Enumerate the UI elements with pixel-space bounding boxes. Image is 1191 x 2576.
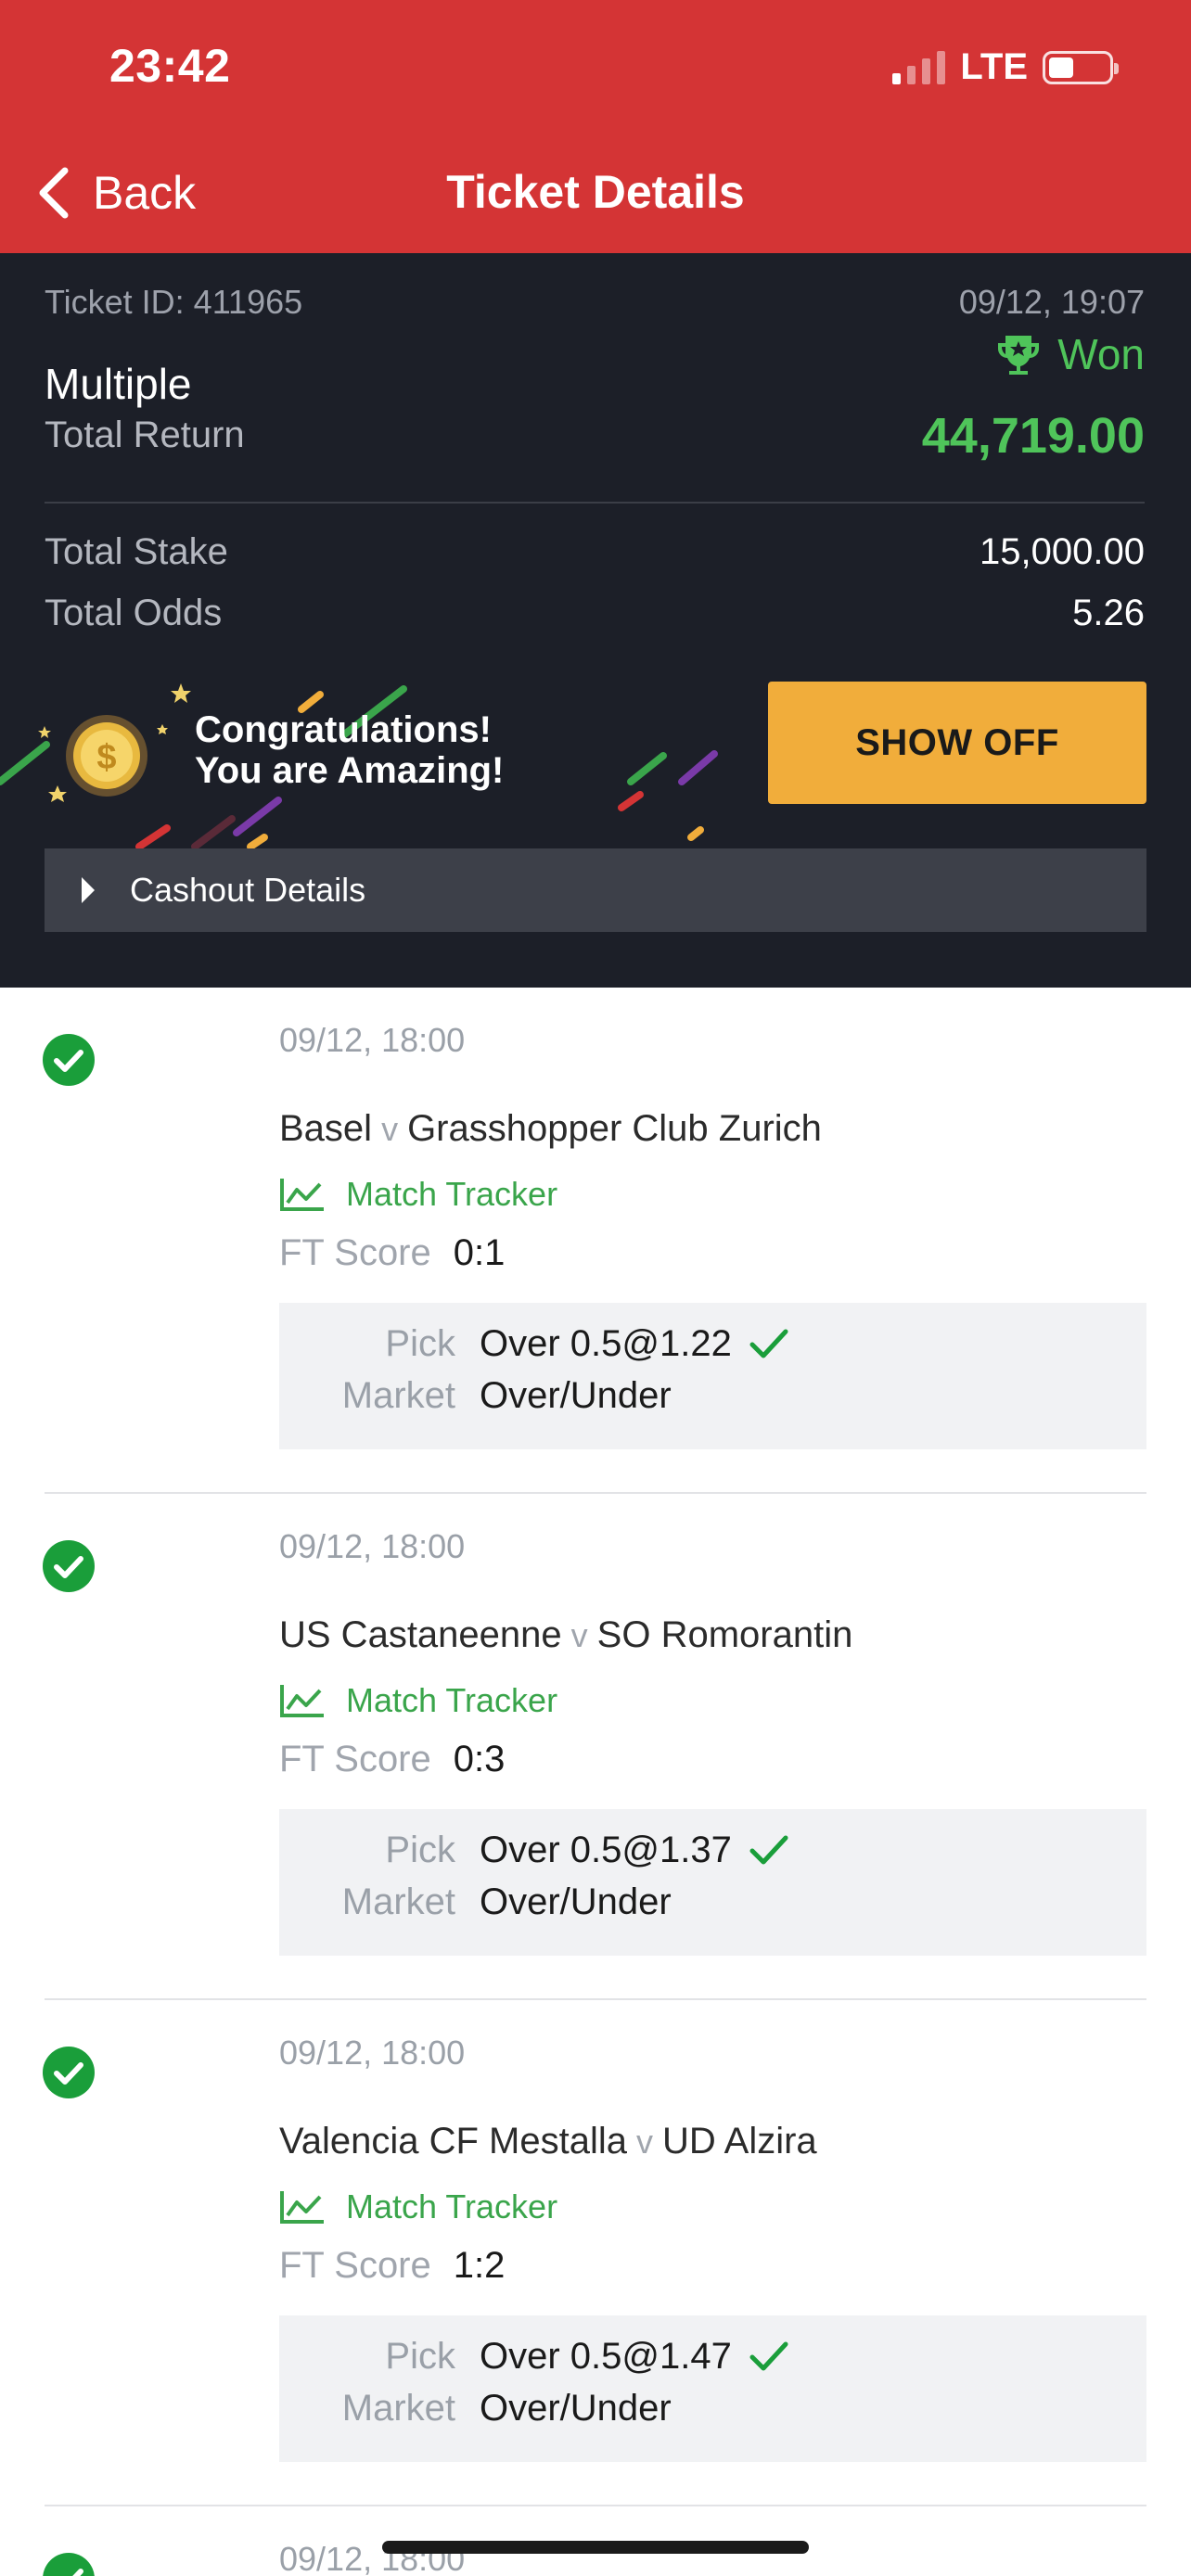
versus-label: v [570,1616,588,1654]
trophy-icon [998,336,1040,375]
match-teams: US Castaneenne v SO Romorantin [279,1614,852,1656]
market-value: Over/Under [480,1375,672,1416]
match-datetime: 09/12, 18:00 [279,1021,466,1059]
show-off-button[interactable]: SHOW OFF [768,682,1146,804]
pick-value-row: Over 0.5@1.37 [480,1830,789,1871]
line-chart-icon [280,1179,324,1211]
pick-label: Pick [385,2336,455,2377]
page-title: Ticket Details [446,166,745,218]
match-tracker-link[interactable]: Match Tracker [279,1175,557,1214]
home-indicator [382,2541,809,2554]
check-circle-icon [43,1540,95,1592]
pick-details: Pick Over 0.5@1.22 Market Over/Under [279,1303,1146,1449]
match-tracker-link[interactable]: Match Tracker [279,2187,557,2226]
checkmark-icon [749,1835,788,1864]
check-circle-icon [43,1034,95,1086]
away-team: UD Alzira [661,2121,817,2162]
battery-icon [1043,50,1119,84]
status-badge: Won [994,329,1145,379]
caret-right-icon [82,877,95,903]
total-odds-label: Total Odds [45,593,223,633]
home-team: Basel [279,1108,373,1149]
pick-value: Over 0.5@1.22 [480,1323,732,1364]
market-label: Market [341,1881,455,1922]
summary-divider [45,502,1145,504]
market-value: Over/Under [480,2388,672,2429]
total-odds-value: 5.26 [1072,593,1145,633]
home-team: US Castaneenne [279,1614,562,1655]
ticket-datetime: 09/12, 19:07 [958,283,1145,321]
total-return-label: Total Return [45,414,245,455]
pick-details: Pick Over 0.5@1.47 Market Over/Under [279,2315,1146,2462]
pick-value: Over 0.5@1.37 [480,1830,732,1870]
ft-score-row: FT Score 1:2 [279,2245,505,2287]
status-indicators: LTE [892,46,1119,88]
match-teams: Valencia CF Mestalla v UD Alzira [279,2121,817,2162]
congrats-message: Congratulations! You are Amazing! [195,709,504,791]
match-tracker-link[interactable]: Match Tracker [279,1681,557,1720]
pick-details: Pick Over 0.5@1.37 Market Over/Under [279,1809,1146,1956]
home-team: Valencia CF Mestalla [279,2121,627,2162]
pick-value: Over 0.5@1.47 [480,2336,732,2377]
match-tracker-label: Match Tracker [346,1681,558,1719]
total-return-value: 44,719.00 [921,408,1145,464]
pick-value-row: Over 0.5@1.22 [480,1323,789,1365]
pick-value-row: Over 0.5@1.47 [480,2336,789,2378]
away-team: SO Romorantin [596,1614,853,1655]
check-circle-icon [43,2047,95,2098]
pick-label: Pick [385,1830,455,1870]
match-datetime: 09/12, 18:00 [279,1527,466,1565]
market-label: Market [341,1375,455,1416]
cashout-details-toggle[interactable]: Cashout Details [45,848,1146,932]
line-chart-icon [280,1685,324,1717]
total-stake-label: Total Stake [45,531,228,572]
bet-type: Multiple [45,360,192,408]
ft-score-label: FT Score [279,2245,431,2286]
congrats-line-2: You are Amazing! [195,750,505,791]
cashout-details-label: Cashout Details [130,871,366,909]
versus-label: v [635,2123,653,2161]
ft-score-value: 0:1 [453,1232,506,1273]
away-team: Grasshopper Club Zurich [407,1108,822,1149]
ft-score-value: 1:2 [453,2245,506,2286]
checkmark-icon [749,1329,788,1358]
status-time: 23:42 [109,40,231,92]
market-label: Market [341,2388,455,2429]
header-bar: 23:42 LTE Back Ticket Details [0,0,1191,253]
selection-item: 09/12, 18:00 Basel v Grasshopper Club Zuri… [0,988,1191,1494]
ft-score-label: FT Score [279,1232,431,1273]
total-stake-value: 15,000.00 [980,531,1145,572]
selection-item: 09/12, 18:00 Valencia CF Mestalla v UD Alz… [0,2000,1191,2506]
match-teams: Basel v Grasshopper Club Zurich [279,1108,822,1150]
line-chart-icon [280,2191,324,2224]
ft-score-value: 0:3 [453,1739,506,1779]
pick-label: Pick [385,1323,455,1364]
selection-item: 09/12, 18:00 US Castaneenne v SO Romoranti… [0,1494,1191,2000]
match-tracker-label: Match Tracker [346,2187,558,2225]
svg-text:$: $ [96,738,116,777]
ft-score-row: FT Score 0:3 [279,1739,505,1780]
match-tracker-label: Match Tracker [346,1175,558,1213]
market-value: Over/Under [480,1881,672,1922]
check-circle-icon [43,2553,95,2576]
network-type: LTE [960,46,1028,87]
checkmark-icon [749,2341,788,2370]
ticket-id: Ticket ID: 411965 [45,283,303,321]
versus-label: v [381,1110,399,1148]
cellular-signal-icon [892,50,946,84]
congrats-line-1: Congratulations! [195,709,492,750]
ft-score-row: FT Score 0:1 [279,1232,505,1274]
status-text: Won [1057,330,1145,378]
match-datetime: 09/12, 18:00 [279,2034,466,2072]
ticket-summary: Ticket ID: 411965 09/12, 19:07 Won Multi… [0,253,1191,988]
ft-score-label: FT Score [279,1739,431,1779]
